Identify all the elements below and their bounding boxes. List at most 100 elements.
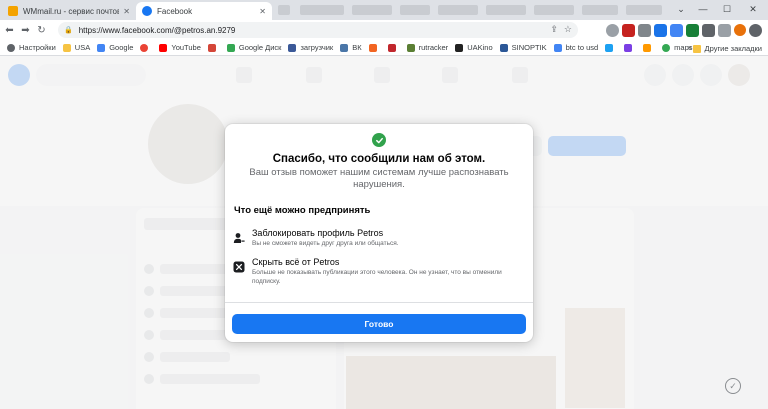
shield-extension-icon[interactable] xyxy=(622,23,635,37)
bookmark-gmail[interactable] xyxy=(207,43,220,52)
dialog-divider xyxy=(225,302,533,303)
done-button[interactable]: Готово xyxy=(232,314,526,334)
tab-search-icon[interactable]: ⌄ xyxy=(672,1,690,17)
reload-icon[interactable]: ↻ xyxy=(35,22,48,38)
bookmark-settings[interactable]: Настройки xyxy=(7,43,56,52)
url-text: https://www.facebook.com/@petros.an.9279 xyxy=(78,25,236,35)
google-icon xyxy=(97,43,106,52)
hide-all-icon xyxy=(233,261,245,273)
block-profile-option[interactable]: Заблокировать профиль Petros Вы не сможе… xyxy=(233,228,523,252)
bookmark-star-icon[interactable]: ☆ xyxy=(564,24,572,35)
gear-extension-icon[interactable] xyxy=(638,23,651,37)
orange-square-icon xyxy=(368,43,377,52)
red-square-icon xyxy=(387,43,396,52)
forward-icon[interactable]: ➡ xyxy=(19,22,32,38)
share-icon[interactable]: ⇪ xyxy=(550,24,558,35)
bookmark-google[interactable]: Google xyxy=(97,43,133,52)
puzzle-extension-icon[interactable] xyxy=(702,23,715,37)
sync-extension-icon[interactable] xyxy=(749,23,762,37)
wallet-extension-icon[interactable] xyxy=(686,23,699,37)
minimize-icon[interactable]: — xyxy=(694,1,712,17)
background-tab[interactable] xyxy=(278,5,290,15)
bookmark-label: Google xyxy=(109,43,134,52)
bookmark-unnamed[interactable] xyxy=(605,43,617,52)
background-tab[interactable] xyxy=(582,5,618,15)
background-tab[interactable] xyxy=(486,5,526,15)
folder-icon xyxy=(62,43,71,52)
bookmark-unnamed[interactable] xyxy=(368,43,381,52)
google-icon xyxy=(553,43,562,52)
download-extension-icon[interactable] xyxy=(670,23,683,37)
wmmail-favicon xyxy=(8,6,18,16)
option-title: Скрыть всё от Petros xyxy=(252,257,340,267)
rutracker-icon xyxy=(406,43,415,52)
gmail-icon xyxy=(207,43,216,52)
vpn-extension-icon[interactable] xyxy=(654,23,667,37)
bookmark-vk[interactable]: ВК xyxy=(340,43,362,52)
tab-title: Facebook xyxy=(157,6,193,16)
youtube-icon xyxy=(159,43,168,52)
bookmark-label: rutracker xyxy=(418,43,449,52)
bookmark-sinoptik[interactable]: SINOPTIK xyxy=(499,43,547,52)
tab-wmmail[interactable]: WMmail.ru - сервис почтовых ра ✕ xyxy=(2,2,136,20)
vk-icon xyxy=(340,43,349,52)
bookmark-btc[interactable]: btc to usd xyxy=(553,43,598,52)
purple-square-icon xyxy=(624,43,633,52)
extensions-bar: ⋮ xyxy=(606,22,768,38)
tab-title: WMmail.ru - сервис почтовых ра xyxy=(23,6,120,16)
globe-extension-icon[interactable] xyxy=(606,23,619,37)
close-tab-icon[interactable]: ✕ xyxy=(259,7,266,16)
address-bar[interactable]: 🔒 https://www.facebook.com/@petros.an.92… xyxy=(58,22,578,38)
bookmark-google-drive[interactable]: Google Диск xyxy=(226,43,281,52)
report-confirmation-dialog: Спасибо, что сообщили нам об этом. Ваш о… xyxy=(225,124,533,342)
blue-square-icon xyxy=(605,43,614,52)
background-tab[interactable] xyxy=(352,5,392,15)
maps-icon xyxy=(662,43,671,52)
bookmark-downloader[interactable]: загрузчик xyxy=(288,43,333,52)
other-bookmarks-folder[interactable]: Другие закладки xyxy=(692,44,762,53)
tab-facebook[interactable]: Facebook ✕ xyxy=(136,2,272,20)
background-tab[interactable] xyxy=(300,5,344,15)
close-tab-icon[interactable]: ✕ xyxy=(123,7,130,16)
bookmark-unnamed[interactable] xyxy=(624,43,636,52)
dialog-title: Спасибо, что сообщили нам об этом. xyxy=(272,153,486,165)
bookmark-rutracker[interactable]: rutracker xyxy=(406,43,449,52)
corner-check-icon[interactable]: ✓ xyxy=(725,378,741,394)
bookmark-unnamed[interactable] xyxy=(140,43,152,52)
close-window-icon[interactable]: ✕ xyxy=(744,1,762,17)
option-description: Больше не показывать публикации этого че… xyxy=(252,269,502,285)
uakino-icon xyxy=(455,43,464,52)
section-title: Что ещё можно предпринять xyxy=(234,205,371,216)
bookmark-label: SINOPTIK xyxy=(511,43,547,52)
success-check-icon xyxy=(372,133,386,147)
background-tab[interactable] xyxy=(534,5,574,15)
more-bookmarks-button[interactable]: » xyxy=(688,43,692,52)
profile-avatar-icon[interactable] xyxy=(734,24,746,36)
background-tab[interactable] xyxy=(438,5,478,15)
bookmark-usa[interactable]: USA xyxy=(62,43,91,52)
bookmark-label: USA xyxy=(74,43,91,52)
gear-icon xyxy=(7,43,15,52)
maximize-icon[interactable]: ☐ xyxy=(718,1,736,17)
red-circle-icon xyxy=(140,43,149,52)
background-tab[interactable] xyxy=(400,5,430,15)
list-extension-icon[interactable] xyxy=(718,23,731,37)
browser-toolbar: ⬅ ➡ ↻ 🔒 https://www.facebook.com/@petros… xyxy=(0,20,768,40)
back-icon[interactable]: ⬅ xyxy=(3,22,16,38)
background-tab[interactable] xyxy=(626,5,662,15)
option-description: Вы не сможете видеть друг друга или обща… xyxy=(252,240,399,247)
bookmark-unnamed[interactable] xyxy=(387,43,400,52)
block-user-icon xyxy=(233,233,245,243)
bookmarks-bar: Настройки USA Google YouTube Google Диск… xyxy=(0,40,768,56)
bookmark-uakino[interactable]: UAKino xyxy=(455,43,493,52)
bookmark-label: загрузчик xyxy=(300,43,334,52)
sinoptik-icon xyxy=(499,43,508,52)
bookmark-unnamed[interactable] xyxy=(643,43,655,52)
drive-icon xyxy=(226,43,235,52)
facebook-favicon xyxy=(142,6,152,16)
bookmark-label: Настройки xyxy=(19,43,56,52)
bookmark-label: ВК xyxy=(352,43,362,52)
downloader-icon xyxy=(288,43,297,52)
bookmark-youtube[interactable]: YouTube xyxy=(159,43,201,52)
hide-all-option[interactable]: Скрыть всё от Petros Больше не показыват… xyxy=(233,257,523,291)
